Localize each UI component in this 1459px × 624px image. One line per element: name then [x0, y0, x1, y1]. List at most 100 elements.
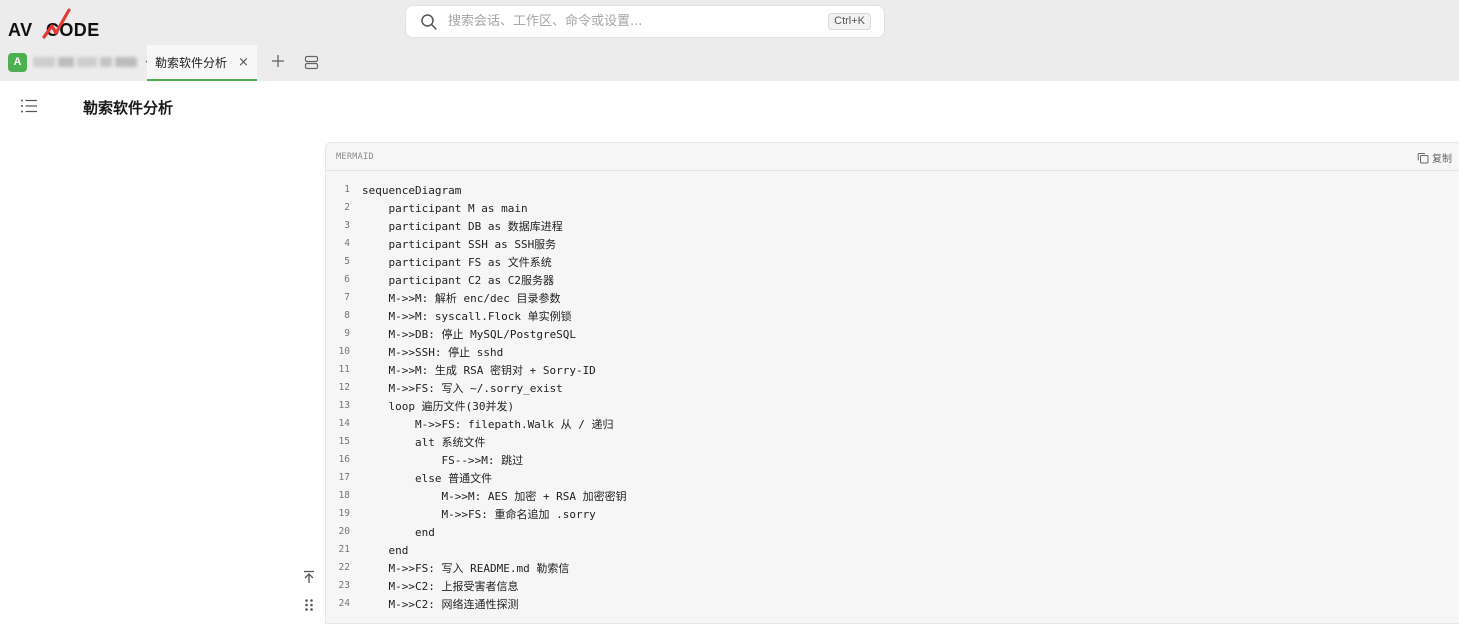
line-number: 7: [344, 292, 350, 303]
line-number: 4: [344, 238, 350, 249]
code-line-text: participant M as main: [362, 202, 528, 215]
line-number: 10: [338, 346, 350, 357]
code-line-text: M->>FS: 写入 ~/.sorry_exist: [362, 382, 563, 395]
code-line: 11 M->>M: 生成 RSA 密钥对 + Sorry-ID: [326, 362, 1459, 380]
line-number: 22: [338, 562, 350, 573]
code-block-header: MERMAID 复制: [326, 143, 1459, 171]
line-number: 16: [338, 454, 350, 465]
code-line-text: alt 系统文件: [362, 436, 486, 449]
code-line-text: M->>DB: 停止 MySQL/PostgreSQL: [362, 328, 577, 341]
line-number: 11: [338, 364, 350, 375]
plus-icon[interactable]: [270, 53, 286, 69]
code-line-text: M->>M: 生成 RSA 密钥对 + Sorry-ID: [362, 364, 596, 377]
code-line-text: M->>C2: 上报受害者信息: [362, 580, 519, 593]
code-line: 1 sequenceDiagram: [326, 182, 1459, 200]
line-number: 18: [338, 490, 350, 501]
code-line: 2 participant M as main: [326, 200, 1459, 218]
code-line-text: sequenceDiagram: [362, 184, 462, 197]
workspace-switcher[interactable]: A: [8, 52, 154, 72]
code-line-text: M->>M: syscall.Flock 单实例锁: [362, 310, 572, 323]
search-icon: [421, 13, 437, 30]
line-number: 17: [338, 472, 350, 483]
search-input[interactable]: [448, 6, 829, 37]
tab-ransomware-analysis[interactable]: 勒索软件分析 ×: [147, 45, 257, 81]
code-block: MERMAID 复制 1 sequenceDiagram 2 participant…: [325, 142, 1459, 624]
line-number: 19: [338, 508, 350, 519]
code-line: 21 end: [326, 542, 1459, 560]
code-line: 7 M->>M: 解析 enc/dec 目录参数: [326, 290, 1459, 308]
code-line: 23 M->>C2: 上报受害者信息: [326, 578, 1459, 596]
page-title: 勒索软件分析: [83, 99, 174, 117]
split-layout-icon[interactable]: [304, 55, 319, 70]
line-number: 23: [338, 580, 350, 591]
code-line-text: M->>FS: 重命名追加 .sorry: [362, 508, 596, 521]
code-line-text: M->>FS: filepath.Walk 从 / 递归: [362, 418, 614, 431]
copy-label: 复制: [1432, 154, 1452, 165]
code-line: 3 participant DB as 数据库进程: [326, 218, 1459, 236]
code-line-text: participant FS as 文件系统: [362, 256, 552, 269]
copy-icon: [1417, 152, 1429, 163]
code-line: 10 M->>SSH: 停止 sshd: [326, 344, 1459, 362]
line-number: 6: [344, 274, 350, 285]
code-line-text: M->>M: 解析 enc/dec 目录参数: [362, 292, 561, 305]
scroll-to-top-button[interactable]: [298, 566, 320, 588]
logo-mark-icon: [42, 8, 71, 39]
close-icon[interactable]: ×: [238, 55, 249, 70]
line-number: 12: [338, 382, 350, 393]
code-line: 19 M->>FS: 重命名追加 .sorry: [326, 506, 1459, 524]
code-line: 9 M->>DB: 停止 MySQL/PostgreSQL: [326, 326, 1459, 344]
code-line-text: M->>SSH: 停止 sshd: [362, 346, 504, 359]
code-line-text: FS-->>M: 跳过: [362, 454, 524, 467]
code-line: 13 loop 遍历文件(30并发): [326, 398, 1459, 416]
workspace-name-redacted: [33, 57, 137, 67]
code-line: 20 end: [326, 524, 1459, 542]
code-line: 22 M->>FS: 写入 README.md 勒索信: [326, 560, 1459, 578]
line-number: 5: [344, 256, 350, 267]
code-line: 8 M->>M: syscall.Flock 单实例锁: [326, 308, 1459, 326]
code-line: 12 M->>FS: 写入 ~/.sorry_exist: [326, 380, 1459, 398]
code-line: 4 participant SSH as SSH服务: [326, 236, 1459, 254]
line-number: 15: [338, 436, 350, 447]
outline-list-icon[interactable]: [20, 98, 38, 114]
code-line-text: end: [362, 526, 435, 539]
code-line-text: end: [362, 544, 409, 557]
workspace-avatar: A: [8, 52, 27, 72]
code-line: 15 alt 系统文件: [326, 434, 1459, 452]
line-number: 21: [338, 544, 350, 555]
code-line: 6 participant C2 as C2服务器: [326, 272, 1459, 290]
code-language-label: MERMAID: [336, 152, 374, 162]
code-line: 14 M->>FS: filepath.Walk 从 / 递归: [326, 416, 1459, 434]
line-number: 9: [344, 328, 350, 339]
code-line: 17 else 普通文件: [326, 470, 1459, 488]
code-lines[interactable]: 1 sequenceDiagram 2 participant M as main 3…: [326, 182, 1459, 614]
svg-text:AV: AV: [8, 20, 32, 40]
top-bar: AV CODE Ctrl+K A 勒索软件分析 ×: [0, 0, 1459, 81]
search-shortcut-badge: Ctrl+K: [828, 13, 871, 30]
code-line-text: loop 遍历文件(30并发): [362, 400, 515, 413]
drag-handle-icon: [305, 599, 313, 611]
line-number: 24: [338, 598, 350, 609]
code-line: 24 M->>C2: 网络连通性探测: [326, 596, 1459, 614]
arrow-to-top-icon: [304, 570, 314, 583]
line-number: 13: [338, 400, 350, 411]
line-number: 20: [338, 526, 350, 537]
code-line-text: M->>C2: 网络连通性探测: [362, 598, 519, 611]
code-line-text: else 普通文件: [362, 472, 493, 485]
tab-label: 勒索软件分析: [155, 55, 228, 70]
line-number: 8: [344, 310, 350, 321]
code-line-text: participant DB as 数据库进程: [362, 220, 563, 233]
code-line-text: M->>FS: 写入 README.md 勒索信: [362, 562, 570, 575]
search-bar[interactable]: Ctrl+K: [405, 5, 885, 38]
line-number: 1: [344, 184, 350, 195]
drag-handle-button[interactable]: [298, 594, 320, 616]
line-number: 2: [344, 202, 350, 213]
code-line-text: participant C2 as C2服务器: [362, 274, 554, 287]
code-line: 16 FS-->>M: 跳过: [326, 452, 1459, 470]
code-line-text: M->>M: AES 加密 + RSA 加密密钥: [362, 490, 627, 503]
app-logo[interactable]: AV CODE: [8, 6, 110, 40]
line-number: 14: [338, 418, 350, 429]
code-line: 18 M->>M: AES 加密 + RSA 加密密钥: [326, 488, 1459, 506]
copy-button[interactable]: 复制: [1417, 150, 1452, 165]
line-number: 3: [344, 220, 350, 231]
code-line: 5 participant FS as 文件系统: [326, 254, 1459, 272]
